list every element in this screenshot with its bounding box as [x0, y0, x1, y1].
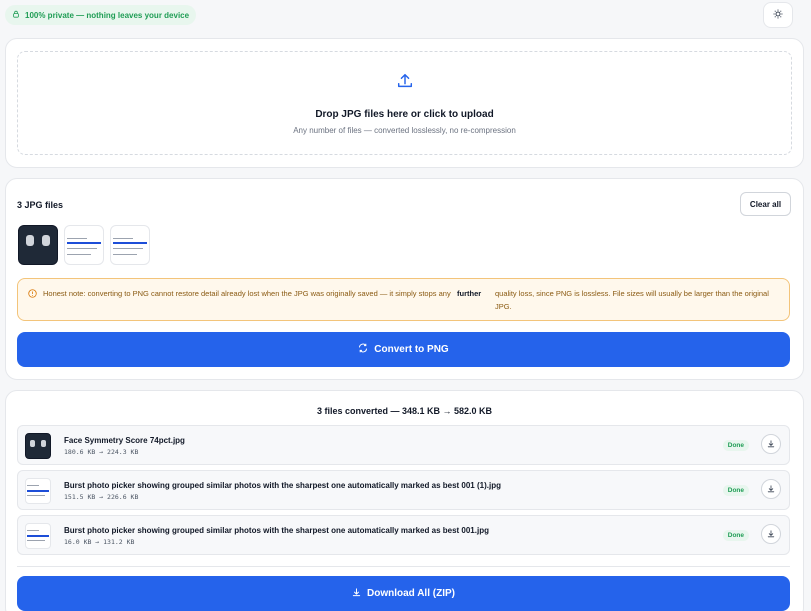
note-text-continued: quality loss, since PNG is lossless. Fil…: [495, 289, 769, 311]
download-icon: [352, 587, 361, 600]
result-file-size: 180.6 KB → 224.3 KB: [64, 448, 139, 456]
sun-icon: [773, 6, 783, 24]
thumbnail-strip: [18, 225, 150, 265]
result-file-size: 151.5 KB → 226.6 KB: [64, 493, 139, 501]
convert-to-png-button[interactable]: Convert to PNG: [17, 332, 790, 367]
clear-all-button[interactable]: Clear all: [740, 192, 791, 216]
result-thumbnail: [25, 523, 51, 549]
theme-toggle-button[interactable]: [763, 2, 793, 28]
results-card: 3 files converted — 348.1 KB → 582.0 KB …: [5, 390, 804, 611]
divider: [17, 566, 790, 567]
result-file-size: 16.0 KB → 131.2 KB: [64, 538, 135, 546]
results-summary: 3 files converted — 348.1 KB → 582.0 KB: [316, 406, 493, 416]
note-emphasis: further: [457, 289, 482, 298]
privacy-badge: 100% private — nothing leaves your devic…: [5, 5, 197, 25]
download-icon: [767, 440, 775, 448]
note-text: Honest note: converting to PNG cannot re…: [43, 289, 451, 298]
privacy-label: 100% private — nothing leaves your devic…: [25, 10, 190, 20]
status-badge: Done: [722, 530, 749, 541]
download-button[interactable]: [761, 524, 781, 544]
files-count-title: 3 JPG files: [17, 200, 64, 210]
download-icon: [767, 530, 775, 538]
lock-icon: [12, 10, 20, 20]
result-row: Burst photo picker showing grouped simil…: [17, 515, 790, 555]
download-button[interactable]: [761, 479, 781, 499]
honest-note-banner: Honest note: converting to PNG cannot re…: [17, 278, 790, 321]
result-row: Burst photo picker showing grouped simil…: [17, 470, 790, 510]
result-thumbnail: [25, 433, 51, 459]
upload-icon: [396, 72, 414, 95]
download-all-label: Download All (ZIP): [367, 588, 455, 599]
status-badge: Done: [722, 485, 749, 496]
result-file-name: Burst photo picker showing grouped simil…: [64, 526, 489, 535]
info-circle-icon: [28, 287, 37, 312]
dropzone-title: Drop JPG files here or click to upload: [315, 108, 494, 120]
download-button[interactable]: [761, 434, 781, 454]
result-thumbnail: [25, 478, 51, 504]
result-file-name: Face Symmetry Score 74pct.jpg: [64, 436, 185, 445]
file-thumbnail[interactable]: [110, 225, 150, 265]
upload-card: Drop JPG files here or click to upload A…: [5, 38, 804, 168]
status-badge: Done: [722, 440, 749, 451]
dropzone[interactable]: Drop JPG files here or click to upload A…: [17, 51, 792, 155]
files-card: 3 JPG files Clear all Honest note: conve…: [5, 178, 804, 380]
dropzone-subtitle: Any number of files — converted lossless…: [293, 125, 516, 135]
result-file-name: Burst photo picker showing grouped simil…: [64, 481, 501, 490]
convert-label: Convert to PNG: [374, 344, 449, 355]
result-row: Face Symmetry Score 74pct.jpg 180.6 KB →…: [17, 425, 790, 465]
file-thumbnail[interactable]: [64, 225, 104, 265]
download-icon: [767, 485, 775, 493]
file-thumbnail[interactable]: [18, 225, 58, 265]
download-all-zip-button[interactable]: Download All (ZIP): [17, 576, 790, 611]
refresh-icon: [358, 343, 368, 356]
